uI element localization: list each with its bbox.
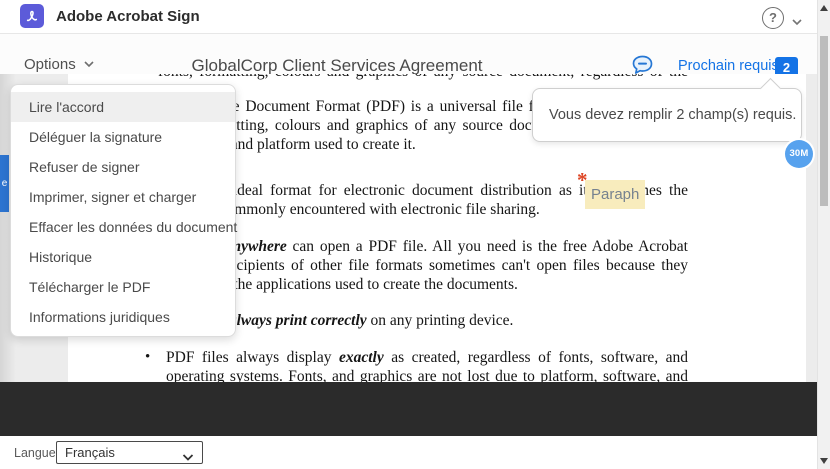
acrobat-sign-logo-icon: [20, 4, 44, 28]
bullet-marker: •: [145, 349, 151, 365]
required-asterisk: *: [577, 168, 588, 192]
document-bullet-item: •PDF files always print correctly on any…: [145, 311, 688, 330]
menu-item[interactable]: Historique: [11, 242, 235, 272]
app-title: Adobe Acrobat Sign: [56, 8, 200, 25]
document-bullet-item: •Anyone, anywhere can open a PDF file. A…: [145, 237, 688, 294]
scroll-down-icon[interactable]: [820, 458, 828, 464]
document-title: GlobalCorp Client Services Agreement: [191, 56, 483, 75]
language-footer: Langue Français: [0, 436, 817, 469]
document-bullet-item: • PDF files always display exactly as cre…: [145, 348, 689, 386]
menu-item[interactable]: Effacer les données du document: [11, 212, 237, 242]
document-text-line: Anyone, anywhere can open a PDF file. Al…: [166, 238, 688, 255]
pdf-toolbar: 1 / 1: [0, 382, 817, 436]
menu-item[interactable]: Imprimer, signer et charger: [11, 182, 235, 212]
scroll-up-icon[interactable]: [820, 5, 828, 11]
options-label: Options: [24, 55, 76, 73]
language-selected-value: Français: [65, 445, 115, 460]
acrobat-sign-window: Adobe Acrobat Sign ? Options GlobalCorp …: [0, 0, 830, 469]
participant-avatar[interactable]: 30M: [785, 140, 813, 168]
required-fields-tooltip: Vous devez remplir 2 champ(s) requis.: [532, 77, 802, 142]
document-text-line: Reader. Recipients of other file formats…: [166, 257, 688, 274]
next-field-tab-label: e: [1, 178, 8, 189]
select-chevron-down-icon: [182, 449, 194, 467]
initials-input-field[interactable]: Paraph: [585, 180, 645, 209]
menu-item[interactable]: Informations juridiques: [11, 302, 235, 332]
options-menu-button[interactable]: Options: [24, 54, 95, 74]
next-field-tab[interactable]: e: [0, 155, 9, 212]
document-text-line: PDF files always print correctly on any …: [166, 312, 514, 329]
options-dropdown: Lire l'accord Déléguer la signature Refuse…: [10, 84, 237, 337]
next-required-link[interactable]: Prochain requis: [678, 58, 779, 74]
menu-item[interactable]: Déléguer la signature: [11, 122, 235, 152]
language-label: Langue: [14, 446, 56, 460]
top-header: Adobe Acrobat Sign ?: [0, 0, 817, 34]
language-select[interactable]: Français: [56, 441, 203, 464]
menu-item[interactable]: Refuser de signer: [11, 152, 235, 182]
chevron-down-icon: [84, 61, 94, 68]
menu-item[interactable]: Lire l'accord: [11, 92, 235, 122]
help-chevron-down-icon[interactable]: [791, 13, 803, 31]
scrollbar-thumb[interactable]: [820, 36, 828, 206]
document-text-line: PDF files always display exactly as crea…: [166, 349, 689, 366]
tooltip-text: Vous devez remplir 2 champ(s) requis.: [549, 107, 797, 123]
clipped-top-text-line: fonts, formatting, colours and graphics …: [158, 74, 688, 81]
menu-item[interactable]: Télécharger le PDF: [11, 272, 235, 302]
help-icon[interactable]: ?: [762, 7, 784, 29]
vertical-scrollbar[interactable]: [817, 0, 830, 469]
document-text-line: don't have the applications used to crea…: [166, 276, 518, 293]
